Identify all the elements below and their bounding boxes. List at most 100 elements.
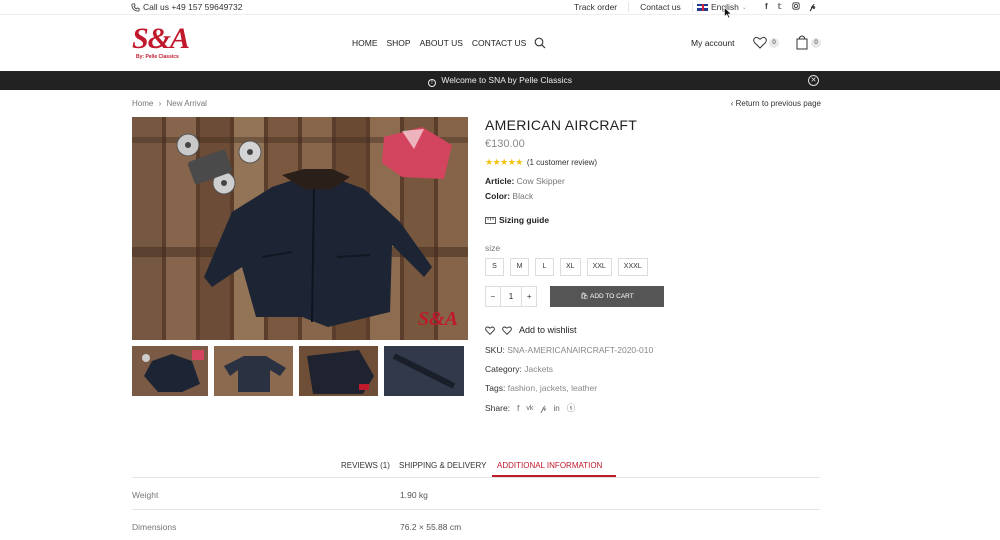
phone-link[interactable]: Call us +49 157 59649732	[131, 2, 243, 12]
color-attribute: Color: Black	[485, 191, 533, 201]
return-link-label: Return to previous page	[735, 99, 821, 108]
color-value: Black	[512, 191, 534, 201]
site-logo[interactable]: S&A By: Pelle Classics	[132, 24, 202, 62]
decrease-quantity-button[interactable]: −	[486, 287, 500, 306]
promo-text: Welcome to SNA by Pelle Classics	[441, 75, 573, 85]
size-option-m[interactable]: M	[510, 258, 529, 276]
breadcrumb-home[interactable]: Home	[132, 99, 153, 108]
tab-reviews[interactable]: REVIEWS (1)	[341, 461, 390, 470]
wishlist-count-badge: 0	[769, 37, 779, 48]
cart-count-badge: 0	[811, 37, 821, 48]
category-label: Category:	[485, 364, 522, 374]
info-value: 1.90 kg	[400, 490, 428, 500]
logo-subtitle: By: Pelle Classics	[136, 54, 179, 60]
tag-link[interactable]: jackets	[540, 383, 566, 393]
ruler-icon	[485, 216, 496, 224]
size-option-xxl[interactable]: XXL	[586, 258, 612, 276]
nav-about-us[interactable]: ABOUT US	[420, 38, 463, 48]
social-links: f 𝕥 𝓅	[765, 2, 815, 12]
product-rating: ★★★★★ (1 customer review)	[485, 157, 597, 168]
add-to-cart-label: ADD TO CART	[590, 293, 634, 300]
info-key: Weight	[132, 490, 159, 500]
linkedin-share-icon[interactable]: in	[553, 404, 559, 413]
instagram-icon[interactable]	[792, 2, 800, 12]
cart-button[interactable]: 0	[796, 35, 821, 50]
info-value: 76.2 × 55.88 cm	[400, 522, 462, 532]
size-options: S M L XL XXL XXXL	[485, 258, 648, 276]
facebook-icon[interactable]: f	[765, 2, 768, 12]
tags-label: Tags:	[485, 383, 506, 393]
pinterest-share-icon[interactable]: 𝓅	[540, 403, 546, 414]
active-tab-indicator	[492, 475, 616, 477]
image-watermark: S&A	[418, 308, 458, 330]
pinterest-icon[interactable]: 𝓅	[810, 2, 816, 12]
thumbnail-1[interactable]	[132, 346, 208, 396]
track-order-link[interactable]: Track order	[563, 2, 630, 12]
language-selector[interactable]: English ⌄	[697, 2, 747, 12]
increase-quantity-button[interactable]: +	[522, 287, 536, 306]
twitter-icon[interactable]: 𝕥	[778, 2, 782, 12]
chevron-down-icon: ⌄	[741, 4, 747, 11]
size-option-xxxl[interactable]: XXXL	[617, 258, 648, 276]
nav-contact-us[interactable]: CONTACT US	[472, 38, 526, 48]
product-title: AMERICAN AIRCRAFT	[485, 117, 638, 133]
wishlist-button[interactable]: 0	[753, 36, 779, 49]
heart-icon	[753, 36, 767, 49]
tag-link[interactable]: leather	[571, 383, 597, 393]
nav-shop[interactable]: SHOP	[387, 38, 411, 48]
add-to-wishlist-link[interactable]: Add to wishlist	[485, 325, 577, 335]
sku-row: SKU: SNA-AMERICANAIRCRAFT-2020-010	[485, 345, 653, 355]
add-to-wishlist-label: Add to wishlist	[519, 325, 577, 335]
thumbnail-strip	[132, 346, 464, 396]
size-label: size	[485, 243, 501, 253]
quantity-stepper: − 1 +	[485, 286, 537, 307]
phone-icon	[131, 2, 140, 12]
info-row: Dimensions 76.2 × 55.88 cm	[132, 510, 820, 540]
quantity-input[interactable]: 1	[499, 287, 523, 306]
color-label: Color:	[485, 191, 511, 201]
skype-share-icon[interactable]: ⓢ	[567, 402, 576, 414]
main-nav: HOME SHOP ABOUT US CONTACT US	[352, 38, 526, 48]
thumbnail-3[interactable]	[299, 346, 378, 396]
size-option-xl[interactable]: XL	[560, 258, 581, 276]
star-rating-icon: ★★★★★	[485, 157, 523, 167]
share-label: Share:	[485, 403, 511, 413]
thumbnail-2[interactable]	[214, 346, 293, 396]
site-header: S&A By: Pelle Classics HOME SHOP ABOUT U…	[0, 16, 1000, 71]
thumbnail-4[interactable]	[384, 346, 464, 396]
size-option-s[interactable]: S	[485, 258, 504, 276]
return-link[interactable]: ‹ Return to previous page	[731, 99, 821, 108]
my-account-link[interactable]: My account	[691, 38, 734, 48]
product-price: €130.00	[485, 138, 525, 150]
tag-link[interactable]: fashion	[508, 383, 535, 393]
article-attribute: Article: Cow Skipper	[485, 176, 565, 186]
logo-text: S&A	[132, 22, 190, 55]
tab-additional-information[interactable]: ADDITIONAL INFORMATION	[497, 461, 602, 470]
info-key: Dimensions	[132, 522, 177, 532]
shopping-bag-icon	[796, 35, 808, 50]
sku-value: SNA-AMERICANAIRCRAFT-2020-010	[507, 345, 654, 355]
sizing-guide-link[interactable]: Sizing guide	[485, 215, 549, 225]
size-option-l[interactable]: L	[535, 258, 554, 276]
add-to-cart-button[interactable]: 🛍 ADD TO CART	[550, 286, 664, 307]
vk-share-icon[interactable]: vk	[526, 405, 533, 412]
article-value: Cow Skipper	[516, 176, 565, 186]
heart-icon	[502, 326, 512, 335]
nav-home[interactable]: HOME	[352, 38, 378, 48]
contact-us-link[interactable]: Contact us	[629, 2, 693, 12]
review-count-link[interactable]: (1 customer review)	[527, 158, 597, 167]
tab-shipping-delivery[interactable]: SHIPPING & DELIVERY	[399, 461, 486, 470]
sizing-guide-label: Sizing guide	[499, 215, 550, 225]
breadcrumb-separator-icon: ›	[158, 99, 162, 108]
uk-flag-icon	[697, 3, 708, 11]
product-main-image[interactable]: S&A	[132, 117, 468, 340]
category-link[interactable]: Jackets	[524, 364, 553, 374]
cart-icon: 🛍	[580, 293, 589, 300]
breadcrumb-category[interactable]: New Arrival	[166, 99, 206, 108]
facebook-share-icon[interactable]: f	[517, 403, 519, 413]
close-icon[interactable]: ✕	[808, 75, 819, 86]
search-icon[interactable]	[534, 37, 546, 51]
share-row: Share: f vk 𝓅 in ⓢ	[485, 402, 575, 414]
product-tabs: REVIEWS (1) SHIPPING & DELIVERY ADDITION…	[132, 460, 820, 478]
heart-outline-icon	[485, 326, 495, 335]
